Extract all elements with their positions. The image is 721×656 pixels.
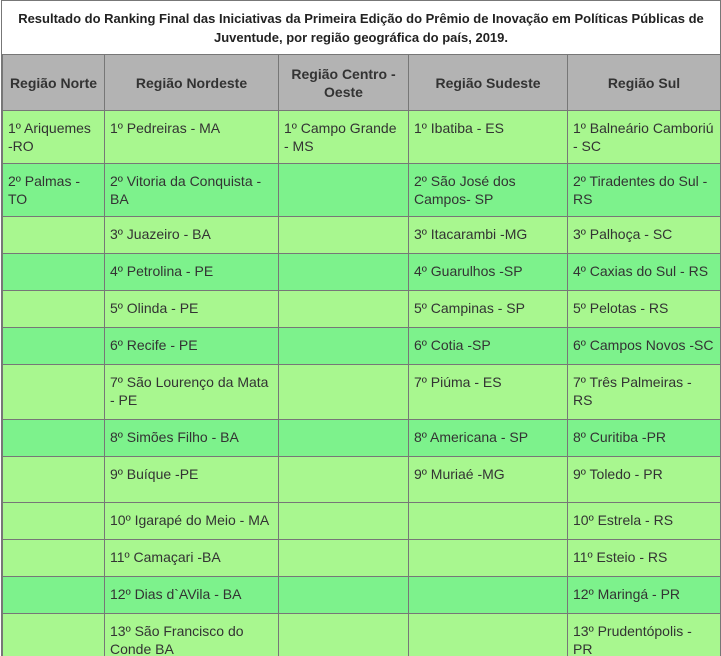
- cell-nordeste: 5º Olinda - PE: [104, 290, 279, 328]
- table-row: 9º Buíque -PE 9º Muriaé -MG 9º Toledo - …: [2, 456, 720, 503]
- cell-centro-oeste: [278, 327, 409, 365]
- caption-line-1: Resultado do Ranking Final das Iniciativ…: [18, 10, 704, 26]
- cell-centro-oeste: [278, 364, 409, 420]
- cell-sul: 9º Toledo - PR: [567, 456, 720, 503]
- cell-nordeste: 3º Juazeiro - BA: [104, 216, 279, 254]
- table-row: 2º Palmas -TO 2º Vitoria da Conquista - …: [2, 163, 720, 217]
- cell-sul: 3º Palhoça - SC: [567, 216, 720, 254]
- table-row: 10º Igarapé do Meio - MA 10º Estrela - R…: [2, 502, 720, 540]
- cell-sudeste: [408, 502, 568, 540]
- cell-centro-oeste: [278, 419, 409, 457]
- cell-centro-oeste: [278, 539, 409, 577]
- table-row: 13º São Francisco do Conde BA 13º Pruden…: [2, 613, 720, 656]
- table-row: 5º Olinda - PE 5º Campinas - SP 5º Pelot…: [2, 290, 720, 328]
- table-row: 1º Ariquemes -RO 1º Pedreiras - MA 1º Ca…: [2, 110, 720, 164]
- cell-centro-oeste: [278, 163, 409, 217]
- cell-nordeste: 12º Dias d`AVila - BA: [104, 576, 279, 614]
- cell-norte: [2, 613, 105, 656]
- cell-sudeste: [408, 613, 568, 656]
- cell-norte: [2, 216, 105, 254]
- cell-sul: 5º Pelotas - RS: [567, 290, 720, 328]
- ranking-table: Região Norte Região Nordeste Região Cent…: [2, 54, 720, 656]
- cell-norte: [2, 290, 105, 328]
- cell-sul: 2º Tiradentes do Sul -RS: [567, 163, 720, 217]
- header-regiao-centro-oeste: Região Centro - Oeste: [278, 54, 409, 111]
- cell-sudeste: 5º Campinas - SP: [408, 290, 568, 328]
- cell-sul: 8º Curitiba -PR: [567, 419, 720, 457]
- cell-sudeste: 6º Cotia -SP: [408, 327, 568, 365]
- cell-nordeste: 10º Igarapé do Meio - MA: [104, 502, 279, 540]
- table-row: 4º Petrolina - PE 4º Guarulhos -SP 4º Ca…: [2, 253, 720, 291]
- cell-sul: 10º Estrela - RS: [567, 502, 720, 540]
- table-row: 8º Simões Filho - BA 8º Americana - SP 8…: [2, 419, 720, 457]
- header-regiao-sul: Região Sul: [567, 54, 720, 111]
- cell-nordeste: 6º Recife - PE: [104, 327, 279, 365]
- cell-norte: 2º Palmas -TO: [2, 163, 105, 217]
- cell-nordeste: 7º São Lourenço da Mata - PE: [104, 364, 279, 420]
- cell-norte: [2, 576, 105, 614]
- cell-centro-oeste: [278, 456, 409, 503]
- cell-centro-oeste: [278, 253, 409, 291]
- cell-sudeste: [408, 576, 568, 614]
- cell-centro-oeste: 1º Campo Grande - MS: [278, 110, 409, 164]
- cell-norte: [2, 539, 105, 577]
- table-row: 3º Juazeiro - BA 3º Itacarambi -MG 3º Pa…: [2, 216, 720, 254]
- header-regiao-sudeste: Região Sudeste: [408, 54, 568, 111]
- cell-sul: 12º Maringá - PR: [567, 576, 720, 614]
- table-row: 11º Camaçari -BA 11º Esteio - RS: [2, 539, 720, 577]
- cell-centro-oeste: [278, 613, 409, 656]
- cell-sudeste: 8º Americana - SP: [408, 419, 568, 457]
- cell-centro-oeste: [278, 576, 409, 614]
- caption-line-2: Juventude, por região geográfica do país…: [213, 29, 508, 45]
- cell-norte: 1º Ariquemes -RO: [2, 110, 105, 164]
- cell-centro-oeste: [278, 290, 409, 328]
- cell-sul: 1º Balneário Camboriú - SC: [567, 110, 720, 164]
- header-regiao-norte: Região Norte: [2, 54, 105, 111]
- header-regiao-nordeste: Região Nordeste: [104, 54, 279, 111]
- header-row: Região Norte Região Nordeste Região Cent…: [2, 54, 720, 111]
- cell-sudeste: 2º São José dos Campos- SP: [408, 163, 568, 217]
- cell-sudeste: 4º Guarulhos -SP: [408, 253, 568, 291]
- table-row: 7º São Lourenço da Mata - PE 7º Piúma - …: [2, 364, 720, 420]
- cell-norte: [2, 456, 105, 503]
- cell-norte: [2, 364, 105, 420]
- cell-norte: [2, 327, 105, 365]
- cell-norte: [2, 502, 105, 540]
- table-row: 6º Recife - PE 6º Cotia -SP 6º Campos No…: [2, 327, 720, 365]
- cell-sul: 13º Prudentópolis - PR: [567, 613, 720, 656]
- ranking-table-frame: Resultado do Ranking Final das Iniciativ…: [1, 0, 721, 656]
- cell-sudeste: 9º Muriaé -MG: [408, 456, 568, 503]
- cell-nordeste: 2º Vitoria da Conquista - BA: [104, 163, 279, 217]
- cell-nordeste: 4º Petrolina - PE: [104, 253, 279, 291]
- cell-sudeste: [408, 539, 568, 577]
- cell-nordeste: 13º São Francisco do Conde BA: [104, 613, 279, 656]
- cell-norte: [2, 253, 105, 291]
- cell-sul: 4º Caxias do Sul - RS: [567, 253, 720, 291]
- cell-sul: 6º Campos Novos -SC: [567, 327, 720, 365]
- cell-nordeste: 11º Camaçari -BA: [104, 539, 279, 577]
- table-row: 12º Dias d`AVila - BA 12º Maringá - PR: [2, 576, 720, 614]
- cell-sudeste: 3º Itacarambi -MG: [408, 216, 568, 254]
- cell-nordeste: 1º Pedreiras - MA: [104, 110, 279, 164]
- table-caption: Resultado do Ranking Final das Iniciativ…: [2, 0, 720, 54]
- cell-norte: [2, 419, 105, 457]
- cell-centro-oeste: [278, 502, 409, 540]
- cell-nordeste: 8º Simões Filho - BA: [104, 419, 279, 457]
- cell-sudeste: 1º Ibatiba - ES: [408, 110, 568, 164]
- cell-nordeste: 9º Buíque -PE: [104, 456, 279, 503]
- cell-centro-oeste: [278, 216, 409, 254]
- cell-sul: 7º Três Palmeiras - RS: [567, 364, 720, 420]
- cell-sudeste: 7º Piúma - ES: [408, 364, 568, 420]
- cell-sul: 11º Esteio - RS: [567, 539, 720, 577]
